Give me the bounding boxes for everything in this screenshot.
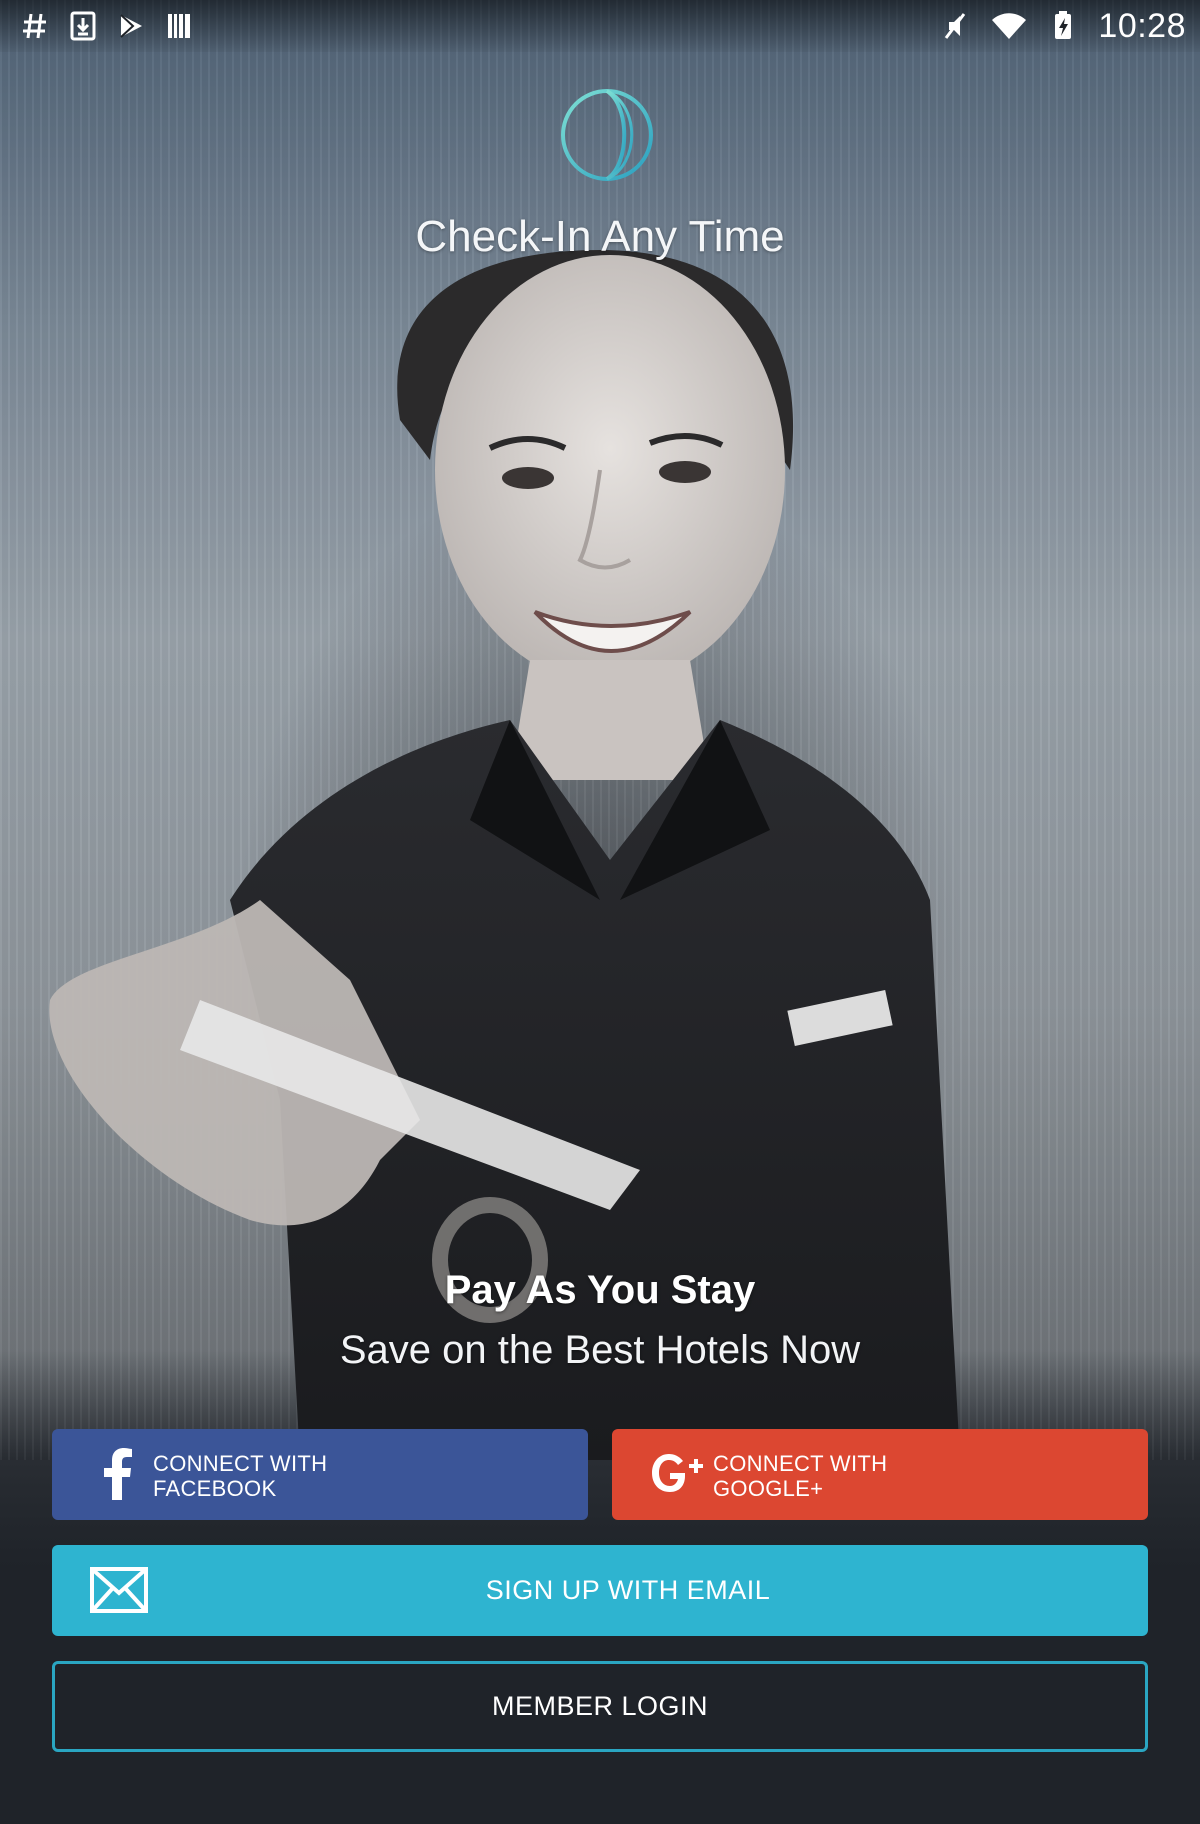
tagline-subline: Save on the Best Hotels Now xyxy=(339,1328,861,1372)
facebook-button-line1: CONNECT WITH xyxy=(153,1451,328,1476)
google-button-line2: GOOGLE+ xyxy=(713,1476,824,1501)
google-plus-icon xyxy=(648,1445,706,1503)
wifi-icon xyxy=(992,13,1027,39)
member-login-button[interactable]: MEMBER LOGIN xyxy=(52,1661,1148,1752)
barcode-icon xyxy=(168,14,190,38)
status-time: 10:28 xyxy=(1098,6,1186,45)
battery-charging-icon xyxy=(1055,11,1072,39)
mute-icon xyxy=(945,13,966,39)
play-store-icon xyxy=(120,14,142,38)
hash-icon xyxy=(23,13,46,39)
status-right-icons: 10:28 xyxy=(942,7,1186,46)
facebook-button-label: CONNECT WITH FACEBOOK xyxy=(153,1451,327,1501)
connect-google-button[interactable]: CONNECT WITH GOOGLE+ xyxy=(612,1429,1148,1520)
connect-facebook-button[interactable]: CONNECT WITH FACEBOOK xyxy=(52,1429,588,1520)
login-button-label: MEMBER LOGIN xyxy=(491,1691,709,1721)
email-button-label: SIGN UP WITH EMAIL xyxy=(485,1575,771,1605)
page-title: Check-In Any Time xyxy=(415,212,785,261)
status-left-icons xyxy=(22,11,192,41)
globe-logo-icon xyxy=(561,89,653,181)
facebook-button-line2: FACEBOOK xyxy=(153,1476,277,1501)
tagline-headline: Pay As You Stay xyxy=(444,1268,756,1312)
status-bar: 10:28 xyxy=(0,0,1200,52)
download-icon xyxy=(70,11,96,41)
facebook-icon xyxy=(88,1445,146,1503)
sign-up-email-button[interactable]: SIGN UP WITH EMAIL xyxy=(52,1545,1148,1636)
google-button-line1: CONNECT WITH xyxy=(713,1451,888,1476)
login-screen: 10:28 Check-In Any Time Pay As You Stay … xyxy=(0,0,1200,1824)
google-button-label: CONNECT WITH GOOGLE+ xyxy=(713,1451,887,1501)
